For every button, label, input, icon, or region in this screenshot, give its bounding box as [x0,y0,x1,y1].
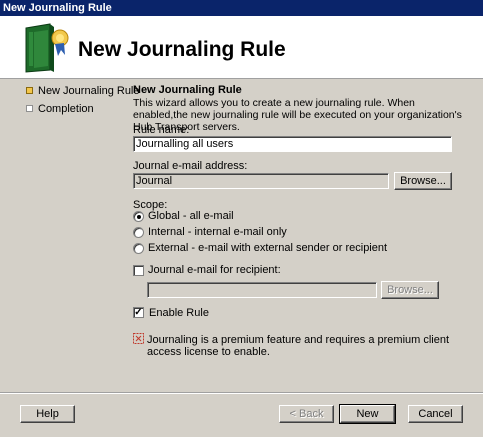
header-title: New Journaling Rule [78,38,286,61]
active-step-icon [26,87,33,94]
journal-email-label: Journal e-mail address: [133,160,248,172]
step-label: Completion [38,103,94,115]
browse-button[interactable]: Browse... [394,172,452,190]
enable-rule-checkbox[interactable]: ✓ [133,307,144,318]
scope-global-label[interactable]: Global - all e-mail [148,210,234,222]
premium-info-icon [133,333,144,344]
scope-external-radio[interactable] [133,243,144,254]
wizard-steps: New Journaling Rule Completion [26,84,140,120]
step-completion: Completion [26,102,140,118]
back-button[interactable]: < Back [279,405,334,423]
rule-name-label: Rule name: [133,124,190,136]
recipient-checkbox[interactable] [133,265,144,276]
scope-internal-radio[interactable] [133,227,144,238]
radio-selected-dot [137,215,141,219]
journaling-book-icon [20,22,74,74]
rule-name-input[interactable]: Journalling all users [133,136,452,152]
footer-divider [0,392,483,394]
help-button[interactable]: Help [20,405,75,423]
scope-internal-label[interactable]: Internal - internal e-mail only [148,226,287,238]
new-button[interactable]: New [339,404,396,424]
scope-external-label[interactable]: External - e-mail with external sender o… [148,242,387,254]
pending-step-icon [26,105,33,112]
enable-rule-label[interactable]: Enable Rule [149,307,209,319]
recipient-checkbox-label[interactable]: Journal e-mail for recipient: [148,264,281,276]
page-title: New Journaling Rule [133,84,242,96]
recipient-input[interactable] [147,282,377,298]
window-title: New Journaling Rule [0,0,483,16]
journal-email-field[interactable]: Journal [133,173,389,189]
scope-global-radio[interactable] [133,211,144,222]
step-new-journaling-rule: New Journaling Rule [26,84,140,100]
step-label: New Journaling Rule [38,85,140,97]
wizard-header: New Journaling Rule [0,16,483,79]
premium-note: Journaling is a premium feature and requ… [147,334,450,358]
recipient-browse-button[interactable]: Browse... [381,281,439,299]
cancel-button[interactable]: Cancel [408,405,463,423]
